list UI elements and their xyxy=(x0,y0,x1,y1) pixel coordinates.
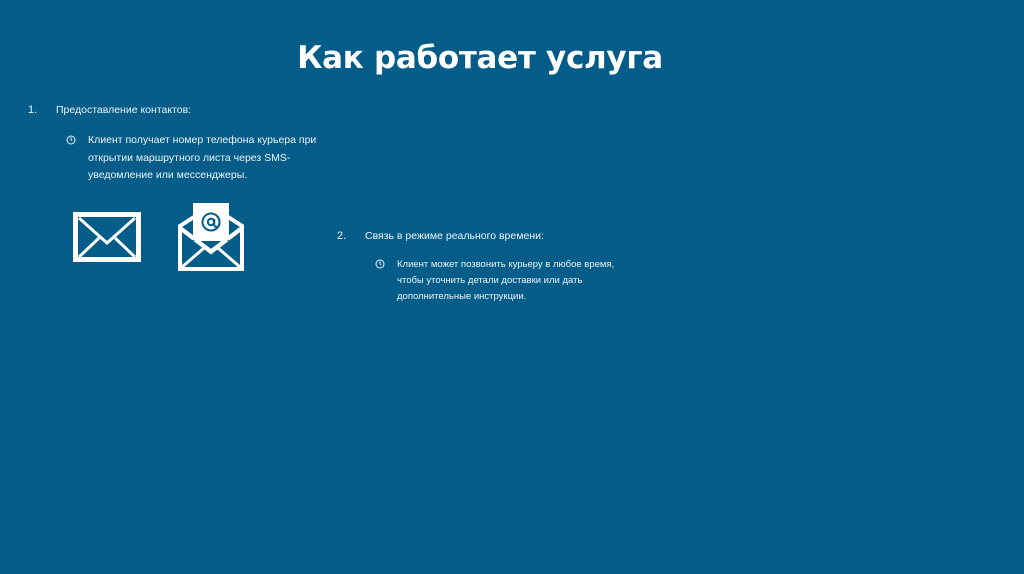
slide-title: Как работает услуга xyxy=(297,40,663,76)
clock-icon xyxy=(375,259,386,270)
envelope-icon xyxy=(73,212,141,262)
bullet-text: Клиент получает номер телефона курьера п… xyxy=(88,132,348,185)
bullet-line: открытии маршрутного листа через SMS- xyxy=(88,151,291,164)
item-heading: Предоставление контактов: xyxy=(56,104,192,116)
bullet-line: уведомление или мессенджеры. xyxy=(88,169,248,181)
slide: Как работает услуга 1. Предоставление ко… xyxy=(0,0,1024,574)
item-number: 1. xyxy=(28,104,38,116)
email-at-icon xyxy=(178,203,244,271)
bullet-line: дополнительные инструкции. xyxy=(397,291,527,302)
item-number: 2. xyxy=(337,230,347,242)
clock-icon xyxy=(66,135,77,146)
bullet-line: Клиент может позвонить курьеру в любое в… xyxy=(397,259,615,270)
bullet-line: чтобы уточнить детали доставки или дать xyxy=(397,275,583,286)
bullet-line: Клиент получает номер телефона курьера п… xyxy=(88,134,317,146)
item-heading: Связь в режиме реального времени: xyxy=(365,230,544,242)
bullet-text: Клиент может позвонить курьеру в любое в… xyxy=(397,257,677,305)
